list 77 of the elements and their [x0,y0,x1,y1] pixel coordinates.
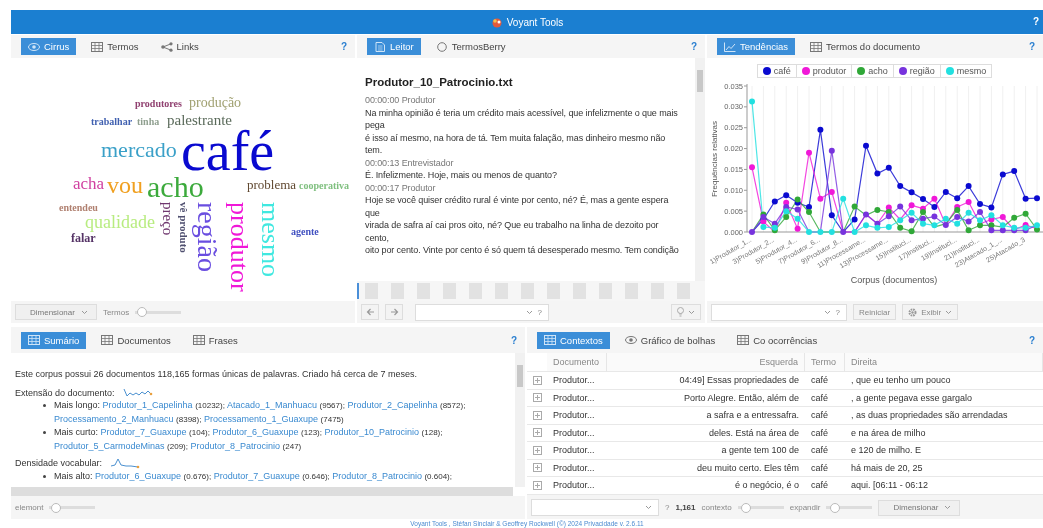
cloud-word: produtor [224,202,254,292]
cloud-word: trabalhar [91,118,133,126]
section-label: Densidade vocabular: [15,457,103,470]
section-label: Extensão do documento: [15,386,115,399]
cloud-word: produtores [135,100,182,108]
transcript-line: Hoje se você quiser crédito rural é vinte por cento, né? É, mas a gente espera [365,194,670,207]
table-cell: a gente tem 100 de [607,442,805,460]
table-cell: Produtor... [547,372,607,390]
table-cell: Produtor... [547,424,607,442]
table-cell: e 120 de milho. E [845,442,1043,460]
cloud-word: vê produto [177,202,190,253]
timestamp: 00:00:13 Entrevistador [365,156,455,169]
cloud-word: entendeu [59,204,98,212]
document-title: Produtor_10_Patrocinio.txt [365,76,514,88]
cloud-word: produção [189,98,242,109]
table-cell: café [805,372,845,390]
table-cell: café [805,389,845,407]
table-cell: é o negócio, é o [607,477,805,495]
transcript-line: pega [365,119,386,132]
table-cell: Produtor... [547,442,607,460]
axis-title: Corpus (documentos) [850,275,938,285]
cloud-word: preço [159,202,176,236]
cloud-word: palestrante [167,115,232,127]
table-cell: Produtor... [547,477,607,495]
cloud-word: região [191,202,223,272]
cloud-word: acha [73,178,105,191]
table-cell: , as duas propriedades são arrendadas [845,407,1043,425]
table-cell: Porto Alegre. Então, além de [607,389,805,407]
table-cell: há mais de 20, 25 [845,459,1043,477]
table-cell: café [805,442,845,460]
slider-label: contexto [701,503,732,512]
cloud-word: café [181,130,275,172]
table-cell: 04:49] Essas propriedades de [607,372,805,390]
table-cell: e na área de milho [845,424,1043,442]
transcript-line: oito por cento. Vinte por cento é só quem tá desesperado mesmo. Tem condição [365,244,680,257]
context-count: 1,161 [675,503,696,512]
cloud-word: mercado [101,142,177,159]
app-title: Voyant Tools [506,16,564,28]
slider-label: elemont [15,503,44,512]
cloud-word: falar [71,234,96,243]
cloud-word: problema [247,180,297,190]
cloud-word: qualidade [85,216,155,230]
table-cell: deu muito certo. Eles têm [607,459,805,477]
transcript-line: virada de safra aí cai pros oito, né? Que eu trabalho na linha de dezoito por [365,219,660,232]
transcript-line: cento, [365,231,390,244]
table-cell: Produtor... [547,407,607,425]
timestamp: 00:00:17 Produtor [365,181,437,194]
table-cell: café [805,424,845,442]
table-cell: Produtor... [547,459,607,477]
table-cell: Produtor... [547,389,607,407]
summary-item: Mais alto: Produtor_6_Guaxupe (0.676); Produtor_7_Guaxupe (0.646); Produtor_8_Patrocinio (0.604); [54,469,453,483]
transcript-line: É. Infelizmente. Hoje, mais ou menos de quanto? [365,169,558,182]
cloud-word: acho [147,176,204,199]
cloud-word: vou [107,176,143,194]
table-cell: café [805,459,845,477]
table-cell: , a gente pegava esse gargalo [845,389,1043,407]
slider-label: Termos [102,307,130,317]
transcript-line: Na minha opinião é teria um crédito mais acessível, que infelizmente o que mais [365,106,679,119]
table-cell: a safra e a entressafra. [607,407,805,425]
timestamp: 00:00:00 Produtor [365,94,437,107]
table-cell: café [805,407,845,425]
summary-text: Este corpus possui 26 documentos 118,165 formas únicas de palavras. Criado há cerca de 7 meses. [15,368,419,381]
slider-label: expandir [789,503,821,512]
summary-item: Mais curto: Produtor_7_Guaxupe (104); Produtor_6_Guaxupe (123); Produtor_10_Patrocinio (128); Produtor_5_CarmodeMinas (209); Produtor_8_Patrocinio (247) [54,426,444,453]
table-cell: deles. Está na área de [607,424,805,442]
axis-title: Frequências relativas [710,121,719,197]
summary-item: Mais longo: Produtor_1_Capelinha (10232); Atacado_1_Manhuacu (9567); Produtor_2_Capelinha (8572); Processamento_2_Manhuacu (8398); Processamento_1_Guaxupe (7475) [54,399,467,426]
cloud-word: cooperativa [299,182,349,190]
transcript-line: tem. [365,144,384,157]
cloud-word: tinha [137,118,160,126]
table-cell: , que eu tenho um pouco [845,372,1043,390]
transcript-line: é isso aí mesmo, na hora de tá. Tem muita falação, mas dinheiro mesmo não [365,131,667,144]
table-cell: aqui. [06:11 - 06:12 [845,477,1043,495]
transcript-line: que [365,206,381,219]
cloud-word: mesmo [255,202,285,278]
table-cell: café [805,477,845,495]
cloud-word: agente [291,228,319,236]
